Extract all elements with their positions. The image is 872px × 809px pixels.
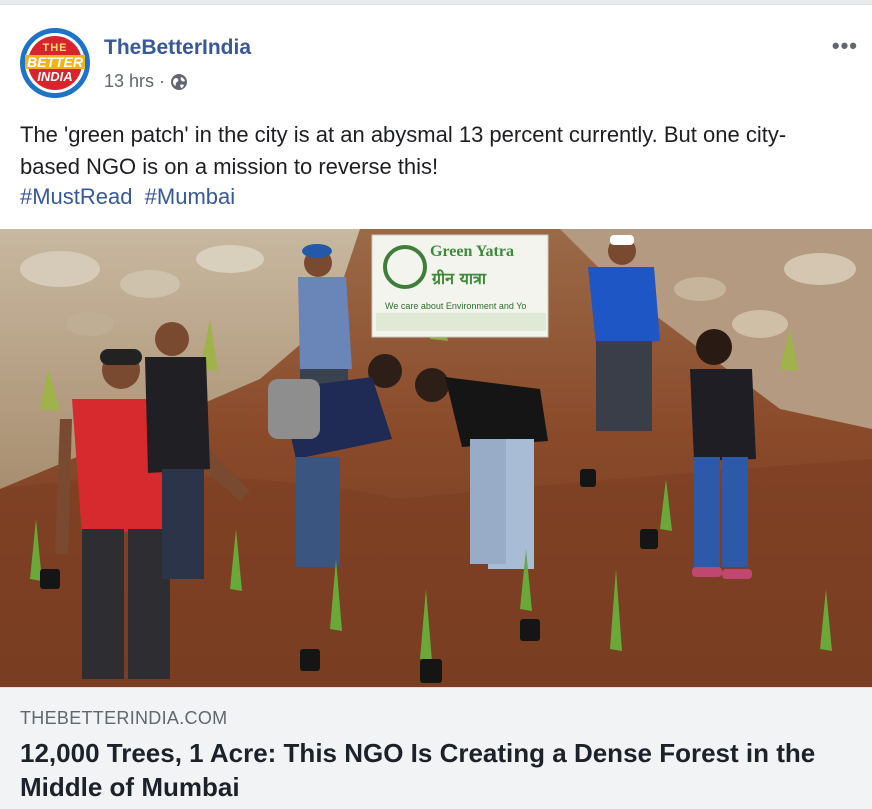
- post-photo[interactable]: Green Yatra ग्रीन यात्रा We care about E…: [0, 229, 872, 687]
- globe-icon[interactable]: [170, 73, 188, 91]
- page-avatar[interactable]: THE BETTER INDIA: [20, 28, 90, 98]
- tree-planting-scene: Green Yatra ग्रीन यात्रा We care about E…: [0, 229, 872, 687]
- hashtag-mumbai[interactable]: #Mumbai: [145, 184, 235, 209]
- thebetterindia-logo: THE BETTER INDIA: [25, 36, 85, 90]
- hashtag-mustread[interactable]: #MustRead: [20, 184, 133, 209]
- post-timestamp[interactable]: 13 hrs: [104, 71, 154, 92]
- link-domain: THEBETTERINDIA.COM: [20, 708, 228, 728]
- post-meta: 13 hrs ·: [104, 71, 188, 92]
- page-name-link[interactable]: TheBetterIndia: [104, 36, 251, 60]
- facebook-post: THE BETTER INDIA TheBetterIndia 13 hrs ·…: [0, 4, 872, 809]
- hashtag-row: #MustRead #Mumbai: [20, 184, 241, 210]
- banner-tagline: We care about Environment and Yo: [385, 301, 526, 311]
- link-title[interactable]: 12,000 Trees, 1 Acre: This NGO Is Creati…: [20, 736, 840, 804]
- link-preview-card[interactable]: THEBETTERINDIA.COM 12,000 Trees, 1 Acre:…: [0, 687, 872, 809]
- banner-title: Green Yatra: [430, 243, 514, 260]
- more-options-button[interactable]: •••: [832, 33, 858, 59]
- meta-separator: ·: [159, 71, 166, 91]
- banner-hindi: ग्रीन यात्रा: [431, 269, 487, 288]
- post-text: The 'green patch' in the city is at an a…: [20, 122, 787, 179]
